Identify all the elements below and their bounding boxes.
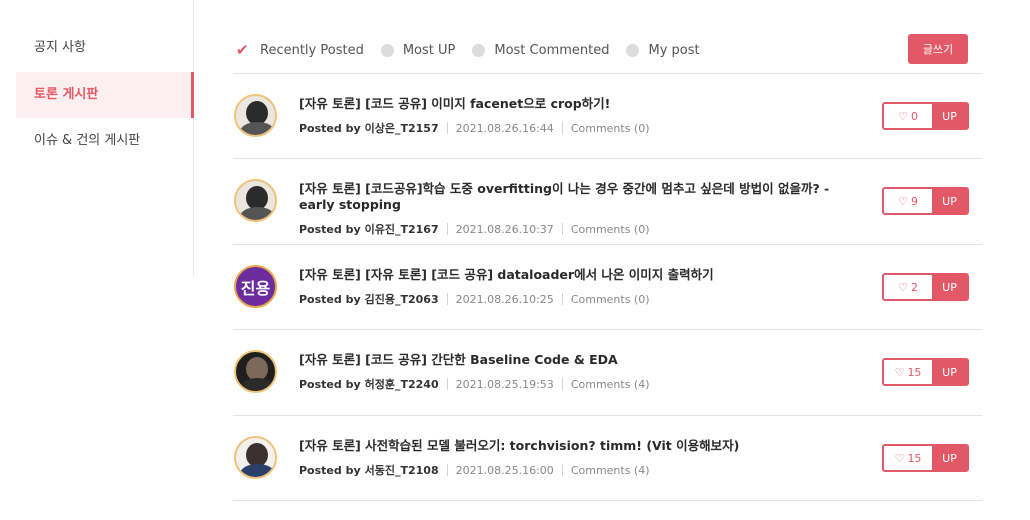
- like-control: ♡ 15 UP: [882, 444, 969, 472]
- post-author[interactable]: 허정훈_T2240: [365, 376, 439, 392]
- post-title[interactable]: [자유 토론] [자유 토론] [코드 공유] dataloader에서 나온 …: [299, 267, 859, 283]
- meta-separator: [446, 122, 448, 134]
- heart-icon: ♡: [898, 194, 908, 208]
- heart-icon: ♡: [898, 280, 908, 294]
- filter-label: Most UP: [402, 42, 456, 58]
- post-title[interactable]: [자유 토론] [코드공유]학습 도중 overfitting이 나는 경우 중…: [299, 181, 859, 213]
- post-date: 2021.08.25.16:00: [455, 463, 554, 477]
- post-row: 진용 [자유 토론] [자유 토론] [코드 공유] dataloader에서 …: [233, 245, 982, 329]
- filter-label: Most Commented: [494, 42, 610, 58]
- meta-separator: [561, 464, 563, 476]
- post-date: 2021.08.26.10:37: [455, 222, 554, 236]
- like-count-button[interactable]: ♡ 2: [884, 275, 932, 299]
- post-comments[interactable]: Comments (4): [571, 464, 650, 477]
- posted-by-label: Posted by: [299, 377, 361, 391]
- sidebar-item-discussion[interactable]: 토론 게시판: [16, 72, 194, 118]
- checkmark-icon: ✔: [236, 40, 249, 59]
- avatar[interactable]: [234, 350, 277, 393]
- post-author[interactable]: 이상은_T2157: [365, 120, 439, 136]
- like-count-button[interactable]: ♡ 9: [884, 189, 932, 213]
- post-date: 2021.08.26.10:25: [455, 292, 554, 306]
- post-comments[interactable]: Comments (0): [571, 122, 650, 135]
- meta-separator: [561, 223, 563, 235]
- posted-by-label: Posted by: [299, 121, 361, 135]
- like-count: 2: [910, 280, 918, 294]
- post-row: [자유 토론] 사전학습된 모델 불러오기: torchvision? timm…: [233, 416, 982, 500]
- heart-icon: ♡: [894, 365, 905, 379]
- meta-separator: [446, 378, 448, 390]
- filter-recently-posted[interactable]: ✔ Recently Posted: [236, 40, 364, 59]
- meta-separator: [446, 223, 448, 235]
- post-meta: Posted by 이상은_T2157 2021.08.26.16:44 Com…: [299, 120, 650, 136]
- post-date: 2021.08.25.19:53: [455, 377, 554, 391]
- heart-icon: ♡: [898, 109, 908, 123]
- meta-separator: [446, 293, 448, 305]
- divider: [233, 500, 982, 501]
- posted-by-label: Posted by: [299, 463, 361, 477]
- filter-most-commented[interactable]: Most Commented: [472, 43, 609, 58]
- post-meta: Posted by 허정훈_T2240 2021.08.25.19:53 Com…: [299, 376, 650, 392]
- like-count: 9: [910, 194, 918, 208]
- up-button[interactable]: UP: [932, 360, 967, 384]
- post-comments[interactable]: Comments (4): [571, 378, 650, 391]
- up-button[interactable]: UP: [932, 275, 967, 299]
- sidebar-item-notice[interactable]: 공지 사항: [16, 25, 194, 71]
- post-meta: Posted by 이유진_T2167 2021.08.26.10:37 Com…: [299, 221, 650, 237]
- up-button[interactable]: UP: [932, 446, 967, 470]
- like-control: ♡ 9 UP: [882, 187, 969, 215]
- like-count: 15: [907, 365, 922, 379]
- radio-dot-icon: [626, 43, 640, 57]
- post-author[interactable]: 김진용_T2063: [365, 291, 439, 307]
- like-count-button[interactable]: ♡ 15: [884, 446, 932, 470]
- post-row: [자유 토론] [코드 공유] 이미지 facenet으로 crop하기! Po…: [233, 74, 982, 158]
- post-meta: Posted by 김진용_T2063 2021.08.26.10:25 Com…: [299, 291, 650, 307]
- post-date: 2021.08.26.16:44: [455, 121, 554, 135]
- post-title[interactable]: [자유 토론] [코드 공유] 이미지 facenet으로 crop하기!: [299, 96, 859, 112]
- like-count-button[interactable]: ♡ 0: [884, 104, 932, 128]
- avatar[interactable]: [234, 179, 277, 222]
- meta-separator: [446, 464, 448, 476]
- post-meta: Posted by 서동진_T2108 2021.08.25.16:00 Com…: [299, 462, 650, 478]
- post-row: [자유 토론] [코드 공유] 간단한 Baseline Code & EDA …: [233, 330, 982, 415]
- sidebar: 공지 사항 토론 게시판 이슈 & 건의 게시판: [0, 0, 194, 276]
- sort-filter-bar: ✔ Recently Posted Most UP Most Commented…: [236, 38, 717, 62]
- post-row: [자유 토론] [코드공유]학습 도중 overfitting이 나는 경우 중…: [233, 159, 982, 244]
- post-author[interactable]: 이유진_T2167: [365, 221, 439, 237]
- radio-dot-icon: [472, 43, 486, 57]
- post-title[interactable]: [자유 토론] [코드 공유] 간단한 Baseline Code & EDA: [299, 352, 859, 368]
- avatar[interactable]: [234, 436, 277, 479]
- filter-most-up[interactable]: Most UP: [380, 42, 456, 58]
- posted-by-label: Posted by: [299, 222, 361, 236]
- filter-my-post[interactable]: My post: [626, 42, 700, 58]
- filter-label: Recently Posted: [260, 42, 364, 58]
- radio-dot-icon: [380, 43, 394, 57]
- post-author[interactable]: 서동진_T2108: [365, 462, 439, 478]
- avatar[interactable]: 진용: [234, 265, 277, 308]
- sidebar-item-issues[interactable]: 이슈 & 건의 게시판: [16, 118, 194, 164]
- up-button[interactable]: UP: [932, 189, 967, 213]
- up-button[interactable]: UP: [932, 104, 967, 128]
- like-control: ♡ 2 UP: [882, 273, 969, 301]
- like-count-button[interactable]: ♡ 15: [884, 360, 932, 384]
- post-comments[interactable]: Comments (0): [571, 223, 650, 236]
- meta-separator: [561, 293, 563, 305]
- like-control: ♡ 15 UP: [882, 358, 969, 386]
- avatar[interactable]: [234, 94, 277, 137]
- post-comments[interactable]: Comments (0): [571, 293, 650, 306]
- heart-icon: ♡: [894, 451, 905, 465]
- like-count: 15: [907, 451, 922, 465]
- posted-by-label: Posted by: [299, 292, 361, 306]
- filter-label: My post: [648, 42, 700, 58]
- meta-separator: [561, 122, 563, 134]
- like-control: ♡ 0 UP: [882, 102, 969, 130]
- post-title[interactable]: [자유 토론] 사전학습된 모델 불러오기: torchvision? timm…: [299, 438, 859, 454]
- like-count: 0: [910, 109, 918, 123]
- write-post-button[interactable]: 글쓰기: [908, 34, 968, 64]
- meta-separator: [561, 378, 563, 390]
